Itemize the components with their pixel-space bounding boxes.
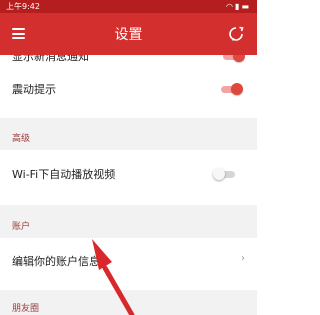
settings-row-vibrate[interactable]: 震动提示: [0, 70, 257, 108]
wifi-icon: ◠: [226, 2, 236, 11]
settings-row-partial[interactable]: 显示新消息通知: [0, 55, 257, 66]
battery-icon: ▬: [241, 2, 251, 11]
row-label: 震动提示: [12, 83, 56, 96]
section-label: 账户: [12, 222, 31, 232]
toggle-switch[interactable]: [221, 55, 245, 62]
row-label: 显示新消息通知: [12, 55, 89, 63]
chevron-right-icon: ›: [241, 253, 245, 264]
row-label: 编辑你的账户信息: [12, 255, 100, 268]
wifi-autoplay-toggle[interactable]: [213, 168, 237, 180]
status-time: 上午9:42: [6, 2, 40, 11]
status-bar: 上午9:42 ◠▮▬: [0, 0, 257, 13]
section-header-account: 账户: [0, 205, 257, 238]
vibrate-toggle[interactable]: [219, 83, 243, 95]
section-header-advanced: 高级: [0, 118, 257, 150]
section-label: 朋友圈: [12, 304, 40, 314]
section-header-friends: 朋友圈: [0, 290, 257, 315]
page-title: 设置: [114, 27, 143, 43]
row-label: Wi-Fi下自动播放视频: [12, 168, 116, 181]
settings-row-wifi-autoplay[interactable]: Wi-Fi下自动播放视频: [0, 151, 257, 195]
refresh-chat-icon[interactable]: [227, 25, 245, 43]
section-label: 高级: [12, 134, 31, 144]
settings-row-edit-account[interactable]: 编辑你的账户信息 ›: [0, 239, 257, 281]
app-bar: 设置: [0, 13, 257, 55]
status-icons: ◠▮▬: [226, 0, 251, 13]
